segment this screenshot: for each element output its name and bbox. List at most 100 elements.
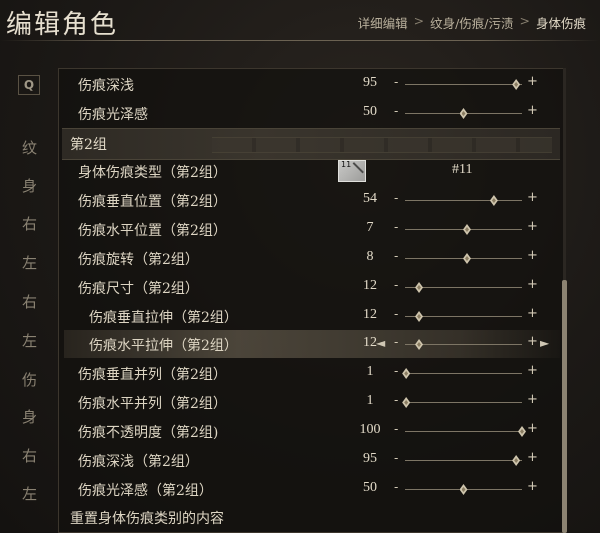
- slider-thumb[interactable]: [489, 195, 498, 206]
- slider-value: 1: [366, 364, 374, 379]
- character-edit-screen: 编辑角色 详细编辑 > 纹身/伤痕/污渍 > 身体伤痕 Q 纹 身 右 左 右 …: [0, 0, 600, 533]
- slider-row-selected[interactable]: 伤痕水平拉伸（第2组） 12- + ◄ ►: [64, 330, 560, 358]
- category-item[interactable]: 左: [22, 483, 37, 504]
- slider-label: 伤痕水平位置（第2组）: [78, 223, 227, 239]
- increment-button[interactable]: +: [527, 306, 538, 321]
- category-item[interactable]: 身: [22, 175, 37, 196]
- slider-label: 伤痕垂直拉伸（第2组）: [89, 310, 238, 326]
- slider-value: 8: [366, 249, 374, 264]
- decorative-pattern: [212, 137, 552, 153]
- slider-thumb[interactable]: [518, 426, 526, 437]
- slider-row[interactable]: 伤痕深浅 95 - +: [64, 70, 560, 98]
- increment-button[interactable]: +: [527, 190, 538, 205]
- scar-type-swatch[interactable]: 11: [338, 160, 366, 182]
- increment-button[interactable]: +: [527, 363, 538, 378]
- category-item[interactable]: 右: [22, 445, 37, 466]
- slider-row[interactable]: 伤痕深浅（第2组） 95 - +: [64, 446, 560, 474]
- slider-row[interactable]: 伤痕旋转（第2组） 8 - +: [64, 244, 560, 272]
- slider-track[interactable]: [405, 200, 522, 201]
- slider-thumb[interactable]: [512, 455, 521, 466]
- reset-scar-category-button[interactable]: 重置身体伤痕类别的内容: [70, 508, 224, 528]
- category-item[interactable]: 右: [22, 213, 37, 234]
- slider-value: 1: [366, 393, 374, 408]
- slider-row[interactable]: 伤痕水平并列（第2组） 1 - +: [64, 388, 560, 416]
- slider-value: 54: [363, 191, 377, 206]
- slider-row[interactable]: 伤痕垂直拉伸（第2组） 12 - +: [64, 302, 560, 330]
- decrement-button[interactable]: -: [394, 335, 398, 349]
- breadcrumb-item[interactable]: 详细编辑: [358, 13, 408, 32]
- slider-row[interactable]: 伤痕垂直并列（第2组） 1 - +: [64, 359, 560, 387]
- increment-button[interactable]: +: [527, 421, 538, 436]
- slider-thumb[interactable]: [415, 311, 424, 322]
- decrement-button[interactable]: -: [394, 307, 398, 321]
- slider-label: 伤痕光泽感（第2组）: [78, 483, 213, 499]
- slider-thumb[interactable]: [402, 397, 411, 408]
- category-item[interactable]: 纹: [22, 137, 37, 158]
- slider-row[interactable]: 伤痕水平位置（第2组） 7 - +: [64, 215, 560, 243]
- decrement-button[interactable]: -: [394, 220, 398, 234]
- slider-track[interactable]: [405, 402, 522, 403]
- arrow-right-icon[interactable]: ►: [540, 336, 549, 350]
- slider-track[interactable]: [405, 431, 522, 432]
- page-title: 编辑角色: [6, 10, 119, 40]
- decrement-button[interactable]: -: [394, 364, 398, 378]
- scar-type-row[interactable]: 身体伤痕类型（第2组） 11 #11: [64, 157, 560, 185]
- slider-value: 95: [363, 75, 377, 90]
- slider-row[interactable]: 伤痕光泽感（第2组） 50 - +: [64, 475, 560, 503]
- slider-track[interactable]: [405, 84, 522, 85]
- increment-button[interactable]: +: [527, 392, 538, 407]
- slider-row[interactable]: 伤痕光泽感 50 - +: [64, 99, 560, 127]
- increment-button[interactable]: +: [527, 103, 538, 118]
- slider-track[interactable]: [405, 460, 522, 461]
- search-icon[interactable]: Q: [18, 75, 40, 95]
- increment-button[interactable]: +: [527, 334, 538, 349]
- decrement-button[interactable]: -: [394, 393, 398, 407]
- slider-thumb[interactable]: [415, 282, 424, 293]
- breadcrumb-item[interactable]: 纹身/伤痕/污渍: [430, 13, 513, 32]
- slider-label: 伤痕不透明度（第2组): [78, 425, 219, 441]
- category-item[interactable]: 伤: [22, 369, 37, 390]
- decrement-button[interactable]: -: [394, 451, 398, 465]
- slider-thumb[interactable]: [402, 368, 411, 379]
- category-item[interactable]: 左: [22, 330, 37, 351]
- slider-thumb[interactable]: [512, 79, 521, 90]
- decrement-button[interactable]: -: [394, 480, 398, 494]
- increment-button[interactable]: +: [527, 450, 538, 465]
- category-item[interactable]: 右: [22, 291, 37, 312]
- slider-row[interactable]: 伤痕垂直位置（第2组） 54 - +: [64, 186, 560, 214]
- decrement-button[interactable]: -: [394, 249, 398, 263]
- increment-button[interactable]: +: [527, 219, 538, 234]
- increment-button[interactable]: +: [527, 248, 538, 263]
- slider-label: 伤痕光泽感: [78, 107, 148, 123]
- slider-label: 伤痕垂直位置（第2组）: [78, 194, 227, 210]
- slider-value: 12: [363, 307, 377, 322]
- slider-thumb[interactable]: [415, 339, 424, 350]
- group-header: 第2组: [62, 128, 560, 160]
- increment-button[interactable]: +: [527, 74, 538, 89]
- decrement-button[interactable]: -: [394, 75, 398, 89]
- slider-thumb[interactable]: [463, 224, 471, 235]
- slider-track[interactable]: [405, 373, 522, 374]
- decrement-button[interactable]: -: [394, 278, 398, 292]
- slider-row[interactable]: 伤痕尺寸（第2组） 12 - +: [64, 273, 560, 301]
- slider-row[interactable]: 伤痕不透明度（第2组) 100- +: [64, 417, 560, 445]
- category-item[interactable]: 左: [22, 252, 37, 273]
- slider-thumb[interactable]: [459, 484, 468, 495]
- decrement-button[interactable]: -: [394, 104, 398, 118]
- increment-button[interactable]: +: [527, 479, 538, 494]
- slider-thumb[interactable]: [459, 108, 468, 119]
- slider-value: 95: [363, 451, 377, 466]
- scrollbar-thumb[interactable]: [562, 280, 567, 533]
- decrement-button[interactable]: -: [394, 422, 398, 436]
- slider-thumb[interactable]: [463, 253, 471, 264]
- slider-value: 12: [363, 278, 377, 293]
- scar-type-label: 身体伤痕类型（第2组）: [78, 165, 227, 181]
- decrement-button[interactable]: -: [394, 191, 398, 205]
- category-item[interactable]: 身: [22, 406, 37, 427]
- breadcrumb-separator: >: [413, 13, 425, 28]
- group-label: 第2组: [70, 137, 107, 153]
- arrow-left-icon[interactable]: ◄: [376, 336, 385, 350]
- increment-button[interactable]: +: [527, 277, 538, 292]
- breadcrumb: 详细编辑 > 纹身/伤痕/污渍 > 身体伤痕: [358, 13, 586, 32]
- breadcrumb-current: 身体伤痕: [535, 16, 586, 31]
